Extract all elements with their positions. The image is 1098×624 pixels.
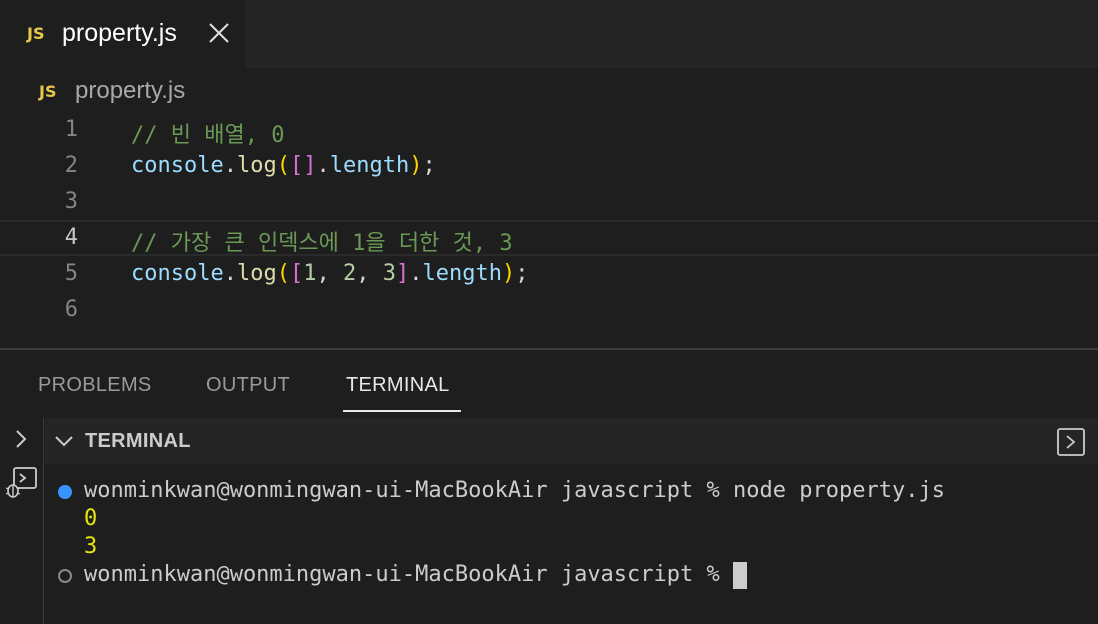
output-value: 0 — [84, 506, 98, 531]
punctuation-token: . — [409, 261, 423, 286]
line-number: 4 — [64, 225, 78, 250]
terminal-output-line: 0 — [58, 506, 111, 534]
breadcrumb-filename[interactable]: property.js — [75, 77, 185, 105]
line-number: 6 — [64, 297, 78, 322]
punctuation-token: . — [223, 261, 237, 286]
terminal-command: node property.js — [733, 478, 945, 503]
comment-token: // 가장 큰 인덱스에 1을 더한 것, 3 — [131, 231, 513, 256]
tab-problems[interactable]: PROBLEMS — [38, 374, 152, 397]
terminal-prompt: wonminkwan@wonmingwan-ui-MacBookAir java… — [84, 478, 734, 503]
close-icon[interactable] — [205, 18, 233, 48]
js-file-icon: JS — [27, 24, 45, 43]
terminal-prompt: wonminkwan@wonmingwan-ui-MacBookAir java… — [84, 562, 734, 587]
terminal-output-line: 3 — [58, 534, 111, 562]
identifier-token: console — [131, 153, 224, 178]
line-number: 2 — [64, 153, 78, 178]
number-token: 1 — [303, 261, 317, 286]
line-number: 5 — [64, 261, 78, 286]
code-editor[interactable]: 1 // 빈 배열, 0 2 console.log([].length); 3… — [0, 112, 1098, 348]
punctuation-token: . — [223, 153, 237, 178]
code-line: 5 console.log([1, 2, 3].length); — [0, 256, 1098, 292]
output-value: 3 — [84, 534, 98, 559]
function-token: log — [236, 153, 277, 178]
line-number: 3 — [64, 189, 78, 214]
property-token: length — [422, 261, 502, 286]
line-code: // 빈 배열, 0 — [131, 117, 284, 149]
bracket-token: ] — [395, 261, 410, 286]
editor-tab-property-js[interactable]: JS property.js — [0, 0, 246, 68]
terminal-section-header[interactable]: TERMINAL — [45, 418, 1098, 464]
terminal-cursor — [733, 562, 748, 589]
code-line: 3 — [0, 184, 1098, 220]
editor-tab-bar: JS property.js — [0, 0, 1098, 68]
punctuation-token: , — [356, 261, 383, 286]
command-pending-dot-icon — [58, 569, 72, 583]
bracket-token: [] — [289, 153, 317, 178]
line-code: console.log([].length); — [131, 153, 436, 178]
tab-terminal[interactable]: TERMINAL — [346, 374, 450, 397]
function-token: log — [236, 261, 277, 286]
js-file-icon: JS — [39, 82, 57, 101]
terminal-header-title: TERMINAL — [85, 430, 191, 452]
line-code: console.log([1, 2, 3].length); — [131, 261, 528, 286]
command-success-dot-icon[interactable] — [58, 485, 72, 499]
identifier-token: console — [131, 261, 224, 286]
line-number: 1 — [64, 117, 78, 142]
tab-output[interactable]: OUTPUT — [206, 374, 290, 397]
property-token: length — [329, 153, 410, 178]
paren-token: ) — [501, 261, 516, 286]
punctuation-token: ; — [422, 153, 436, 178]
line-code: // 가장 큰 인덱스에 1을 더한 것, 3 — [131, 225, 513, 257]
code-line: 6 — [0, 292, 1098, 328]
code-line: 1 // 빈 배열, 0 — [0, 112, 1098, 148]
punctuation-token: ; — [515, 261, 529, 286]
paren-token: ( — [276, 261, 290, 286]
breadcrumb: JS property.js — [0, 68, 1098, 112]
active-tab-indicator — [343, 410, 461, 412]
terminal-debug-icon[interactable] — [4, 466, 38, 500]
punctuation-token: , — [316, 261, 343, 286]
tab-filename: property.js — [62, 19, 177, 47]
paren-token: ) — [409, 153, 423, 178]
punctuation-token: . — [316, 153, 330, 178]
bracket-token: [ — [289, 261, 304, 286]
terminal-command-line: wonminkwan@wonmingwan-ui-MacBookAir java… — [58, 478, 945, 506]
terminal-icon[interactable] — [1057, 428, 1085, 456]
code-line-current: 4 // 가장 큰 인덱스에 1을 더한 것, 3 — [0, 220, 1098, 256]
terminal-prompt-line: wonminkwan@wonmingwan-ui-MacBookAir java… — [58, 562, 748, 590]
paren-token: ( — [276, 153, 290, 178]
comment-token: // 빈 배열, 0 — [131, 123, 285, 148]
number-token: 3 — [382, 261, 396, 286]
number-token: 2 — [342, 261, 357, 286]
panel-tab-bar: PROBLEMS OUTPUT TERMINAL — [0, 350, 1098, 418]
terminal-side-gutter — [0, 418, 44, 624]
code-line: 2 console.log([].length); — [0, 148, 1098, 184]
chevron-down-icon[interactable] — [53, 430, 75, 452]
chevron-right-icon[interactable] — [12, 428, 30, 450]
